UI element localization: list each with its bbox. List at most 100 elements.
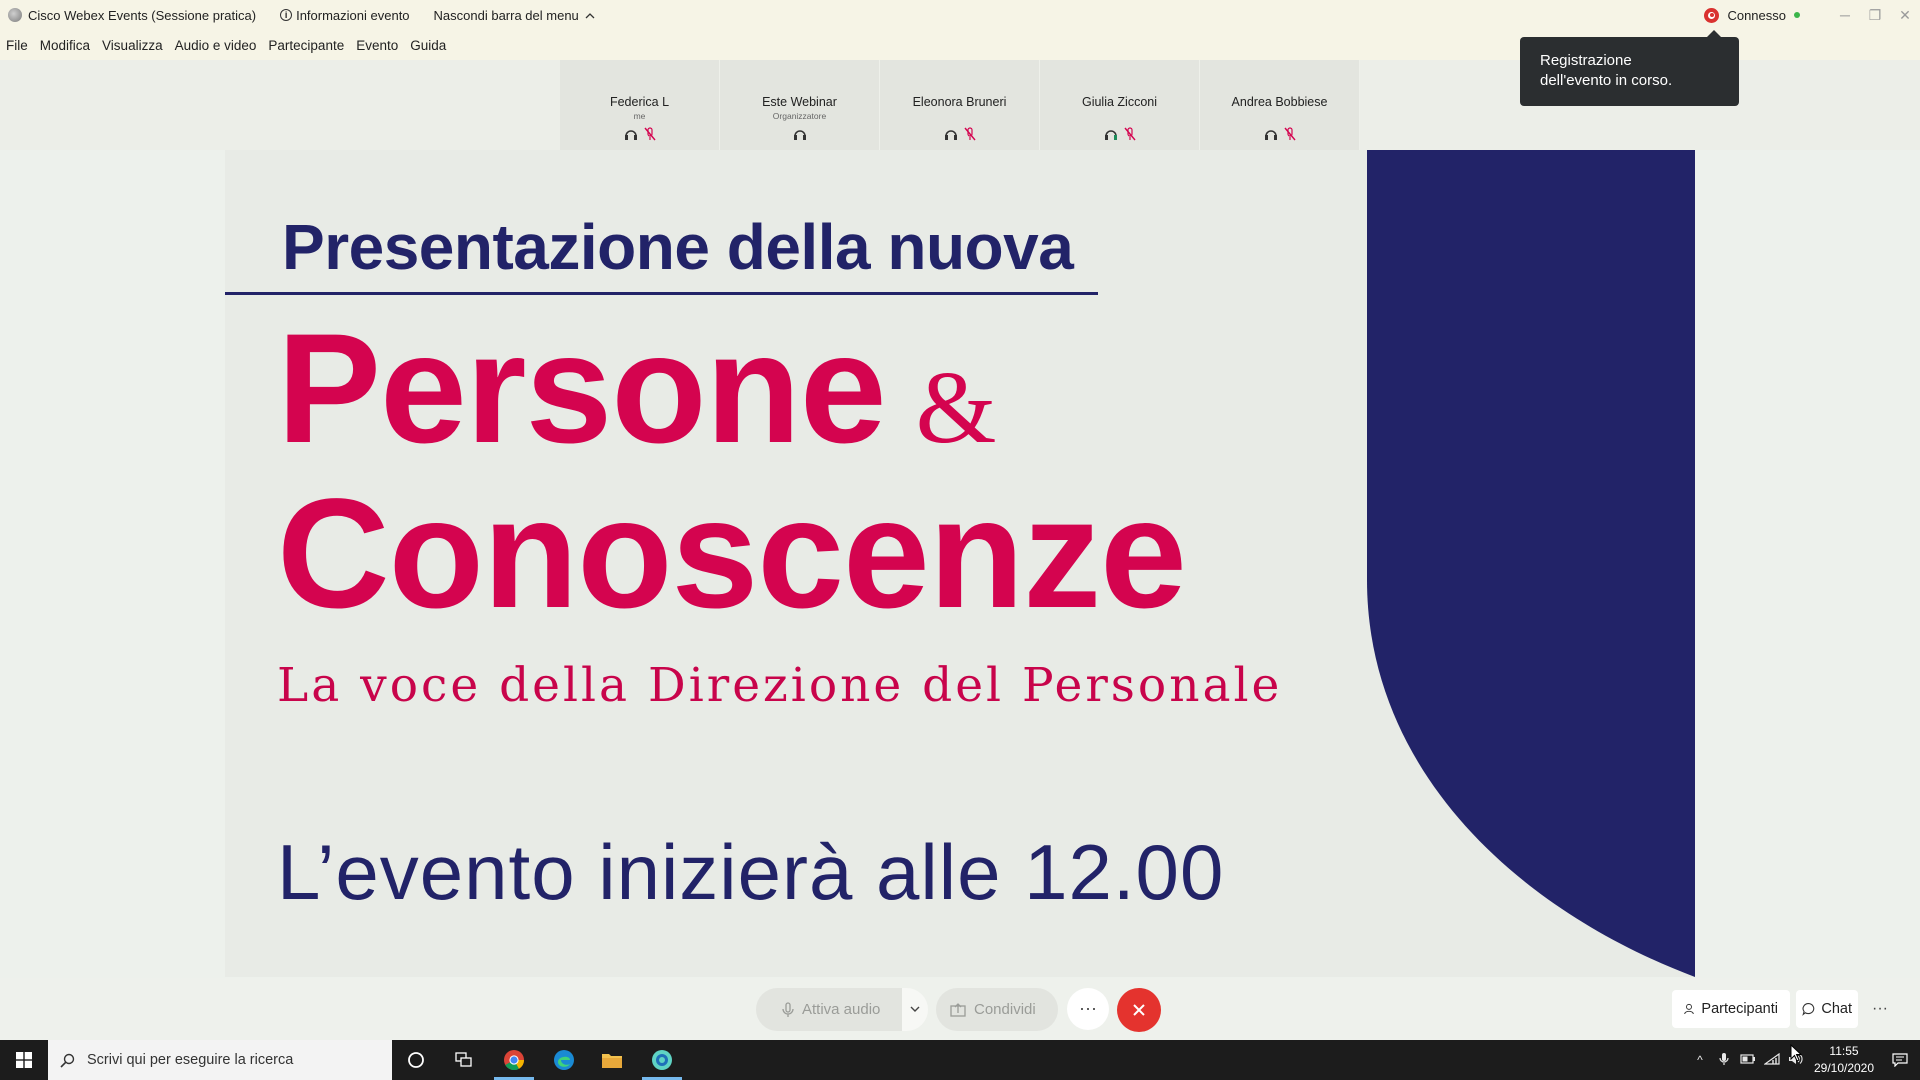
event-info-label: Informazioni evento — [296, 7, 410, 23]
chrome-taskbar-button[interactable] — [490, 1040, 538, 1080]
start-button[interactable] — [0, 1040, 48, 1080]
chat-panel-button[interactable]: Chat — [1796, 990, 1858, 1028]
edge-taskbar-button[interactable] — [540, 1040, 588, 1080]
tooltip-line-2: dell'evento in corso. — [1540, 72, 1673, 89]
title-bar: Cisco Webex Events (Sessione pratica) i … — [0, 0, 1920, 30]
notification-icon — [1892, 1053, 1908, 1067]
mouse-cursor-icon — [1790, 1044, 1802, 1062]
chat-bubble-icon — [1802, 1003, 1815, 1016]
participant-name: Giulia Zicconi — [1081, 95, 1158, 109]
close-window-button[interactable]: ✕ — [1890, 7, 1920, 24]
participant-card[interactable]: Eleonora Bruneri — [880, 60, 1040, 150]
hide-menu-label: Nascondi barra del menu — [433, 7, 579, 23]
action-center-button[interactable] — [1880, 1053, 1920, 1067]
search-icon — [60, 1053, 75, 1068]
info-icon: i — [280, 9, 293, 21]
microphone-icon[interactable] — [1712, 1052, 1736, 1069]
participant-card[interactable]: Andrea Bobbiese — [1200, 60, 1360, 150]
slide-title-line-2: Conoscenze — [277, 467, 1187, 641]
chevron-up-icon — [585, 12, 595, 18]
meeting-controls: Attiva audio Condividi ··· Partecipanti … — [0, 978, 1920, 1040]
webex-app-icon — [8, 8, 22, 22]
share-icon — [950, 1002, 966, 1017]
search-placeholder: Scrivi qui per eseguire la ricerca — [87, 1052, 294, 1068]
mic-muted-icon — [963, 127, 976, 141]
wifi-icon[interactable] — [1760, 1052, 1784, 1068]
unmute-audio-label: Attiva audio — [802, 1001, 881, 1018]
slide-title-word-persone: Persone — [277, 302, 887, 476]
panel-more-button[interactable]: ··· — [1872, 1000, 1888, 1018]
event-info-button[interactable]: i Informazioni evento — [280, 7, 410, 23]
audio-options-dropdown[interactable] — [902, 988, 928, 1031]
chrome-icon — [504, 1050, 525, 1071]
system-clock[interactable]: 11:55 29/10/2020 — [1808, 1043, 1880, 1077]
menu-view[interactable]: Visualizza — [102, 38, 163, 53]
shared-slide: Presentazione della nuova Persone & Conos… — [225, 150, 1695, 977]
mic-muted-icon — [1123, 127, 1136, 141]
chevron-down-icon — [910, 1006, 920, 1012]
participants-panel-label: Partecipanti — [1701, 1001, 1778, 1017]
menu-edit[interactable]: Modifica — [40, 38, 90, 53]
participant-role: me — [633, 111, 646, 121]
headset-icon — [1264, 129, 1277, 140]
webex-icon — [652, 1050, 672, 1070]
participant-name: Eleonora Bruneri — [912, 95, 1007, 109]
webex-taskbar-button[interactable] — [638, 1040, 686, 1080]
headset-icon — [1104, 129, 1117, 140]
restore-button[interactable]: ❐ — [1860, 7, 1890, 24]
cortana-button[interactable] — [392, 1040, 440, 1080]
mic-icon — [782, 1001, 794, 1017]
slide-heading: Presentazione della nuova — [282, 211, 1074, 283]
battery-icon[interactable] — [1736, 1053, 1760, 1067]
connection-indicator — [1794, 12, 1800, 18]
participant-card[interactable]: Giulia Zicconi — [1040, 60, 1200, 150]
recording-icon[interactable] — [1704, 7, 1720, 23]
close-icon — [1133, 1004, 1145, 1016]
edge-icon — [554, 1050, 574, 1070]
participant-name: Andrea Bobbiese — [1231, 95, 1328, 109]
participants-panel-button[interactable]: Partecipanti — [1672, 990, 1790, 1028]
tooltip-line-1: Registrazione — [1540, 52, 1632, 69]
cortana-icon — [408, 1052, 424, 1068]
headset-icon — [793, 129, 806, 140]
clock-time: 11:55 — [1829, 1044, 1859, 1058]
window-title: Cisco Webex Events (Sessione pratica) — [28, 7, 257, 23]
slide-heading-rule — [225, 292, 1098, 295]
chat-panel-label: Chat — [1821, 1001, 1852, 1017]
slide-start-time: L’evento inizierà alle 12.00 — [277, 828, 1225, 916]
menu-audio-video[interactable]: Audio e video — [175, 38, 257, 53]
headset-icon — [944, 129, 957, 140]
participant-card[interactable]: Federica L me — [560, 60, 720, 150]
participant-card[interactable]: Este Webinar Organizzatore — [720, 60, 880, 150]
slide-decorative-shape — [1367, 150, 1695, 977]
unmute-audio-button[interactable]: Attiva audio — [756, 988, 926, 1031]
menu-file[interactable]: File — [6, 38, 28, 53]
task-view-icon — [455, 1052, 472, 1067]
participant-name: Federica L — [609, 95, 670, 109]
menu-help[interactable]: Guida — [410, 38, 446, 53]
folder-icon — [602, 1054, 622, 1068]
minimize-button[interactable]: ─ — [1830, 7, 1860, 23]
recording-tooltip: Registrazione dell'evento in corso. — [1520, 30, 1739, 106]
connection-status: Connesso — [1727, 7, 1786, 23]
share-label: Condividi — [974, 1001, 1036, 1018]
windows-taskbar: Scrivi qui per eseguire la ricerca ^ 11:… — [0, 1040, 1920, 1080]
headset-icon — [624, 129, 637, 140]
hide-menu-button[interactable]: Nascondi barra del menu — [434, 8, 595, 23]
taskbar-search[interactable]: Scrivi qui per eseguire la ricerca — [48, 1040, 392, 1080]
slide-subtitle: La voce della Direzione del Personale — [277, 658, 1283, 713]
slide-title-line-1: Persone & — [277, 300, 997, 479]
system-tray: ^ 11:55 29/10/2020 — [1688, 1040, 1920, 1080]
windows-logo-icon — [16, 1052, 32, 1068]
menu-participant[interactable]: Partecipante — [268, 38, 344, 53]
participant-role: Organizzatore — [772, 111, 827, 121]
share-button[interactable]: Condividi — [936, 988, 1058, 1031]
leave-event-button[interactable] — [1117, 988, 1161, 1032]
clock-date: 29/10/2020 — [1813, 1061, 1875, 1075]
mic-muted-icon — [1283, 127, 1296, 141]
menu-event[interactable]: Evento — [356, 38, 398, 53]
more-options-button[interactable]: ··· — [1067, 988, 1109, 1030]
file-explorer-taskbar-button[interactable] — [588, 1040, 636, 1080]
task-view-button[interactable] — [440, 1040, 488, 1080]
chevron-up-icon[interactable]: ^ — [1688, 1053, 1712, 1067]
